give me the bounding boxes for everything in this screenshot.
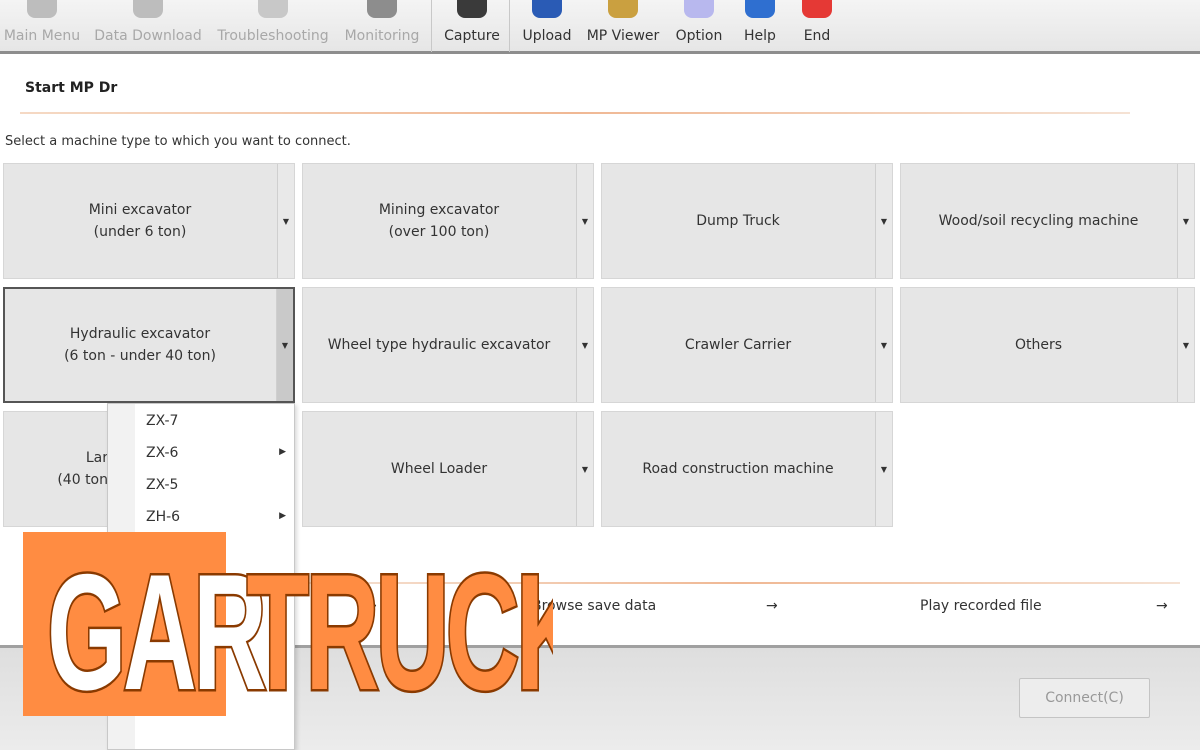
tile-title: Mining excavator bbox=[378, 202, 500, 218]
dropdown-arrow-button[interactable]: ▼ bbox=[875, 164, 892, 278]
menu-item[interactable]: ZH-6 ▶ bbox=[108, 503, 294, 533]
machine-tile-wheel-type-hydraulic-excavator[interactable]: Wheel type hydraulic excavator ▼ bbox=[302, 287, 594, 403]
toolbar: Main Menu Data Download Troubleshooting Mon… bbox=[0, 0, 1200, 54]
tile-title: Crawler Carrier bbox=[684, 337, 792, 353]
tile-title: Lar bbox=[85, 450, 108, 466]
menu-item[interactable]: ZX-7 bbox=[108, 407, 294, 437]
stethoscope-icon bbox=[258, 0, 288, 18]
toolbar-label: Option bbox=[675, 28, 723, 44]
toolbar-label: Data Download bbox=[94, 28, 202, 44]
toolbar-separator bbox=[509, 0, 510, 52]
dropdown-arrow-button[interactable]: ▼ bbox=[576, 164, 593, 278]
menu-item[interactable]: ZX-5 bbox=[108, 471, 294, 501]
toolbar-separator bbox=[431, 0, 432, 52]
machine-tile-crawler-carrier[interactable]: Crawler Carrier ▼ bbox=[601, 287, 893, 403]
tile-label: Wheel type hydraulic excavator bbox=[303, 288, 575, 402]
tile-title: Mini excavator bbox=[88, 202, 192, 218]
toolbar-label: MP Viewer bbox=[586, 28, 660, 44]
tile-title: Road construction machine bbox=[642, 461, 834, 477]
tile-label: Dump Truck bbox=[602, 164, 874, 278]
machine-tile-road-construction-machine[interactable]: Road construction machine ▼ bbox=[601, 411, 893, 527]
tile-subtitle: (6 ton - under 40 ton) bbox=[64, 348, 216, 364]
connect-button[interactable]: Connect(C) bbox=[1019, 678, 1150, 718]
help-icon bbox=[745, 0, 775, 18]
download-icon bbox=[133, 0, 163, 18]
play-recorded-file-link[interactable]: Play recorded file bbox=[920, 598, 1042, 614]
menu-item-label: ZX-5 bbox=[146, 477, 179, 493]
upload-icon bbox=[532, 0, 562, 18]
machine-tile-mining-excavator[interactable]: Mining excavator (over 100 ton) ▼ bbox=[302, 163, 594, 279]
menu-item-label: ZH-6 bbox=[146, 509, 181, 525]
instruction-text: Select a machine type to which you want … bbox=[5, 134, 351, 149]
logo-text-truck: TRUCK bbox=[247, 541, 553, 722]
dropdown-arrow-button[interactable]: ▼ bbox=[875, 412, 892, 526]
tile-title: Wood/soil recycling machine bbox=[938, 213, 1139, 229]
menu-item-label: ZX-6 bbox=[146, 445, 179, 461]
dropdown-arrow-button[interactable]: ▼ bbox=[576, 288, 593, 402]
tile-label: Wheel Loader bbox=[303, 412, 575, 526]
dropdown-arrow-button[interactable]: ▼ bbox=[276, 289, 293, 401]
tile-label: Others bbox=[901, 288, 1176, 402]
divider bbox=[20, 112, 1130, 114]
power-icon bbox=[802, 0, 832, 18]
toolbar-label: Upload bbox=[522, 28, 572, 44]
menu-item[interactable]: ZX-6 ▶ bbox=[108, 439, 294, 469]
option-icon bbox=[684, 0, 714, 18]
toolbar-label: Troubleshooting bbox=[217, 28, 329, 44]
tile-title: Others bbox=[1014, 337, 1063, 353]
tile-title: Hydraulic excavator bbox=[69, 326, 211, 342]
dropdown-arrow-button[interactable]: ▼ bbox=[875, 288, 892, 402]
machine-tile-hydraulic-excavator[interactable]: Hydraulic excavator (6 ton - under 40 ton… bbox=[3, 287, 295, 403]
toolbar-button-mp-viewer[interactable]: MP Viewer bbox=[583, 0, 663, 52]
dropdown-arrow-button[interactable]: ▼ bbox=[1177, 164, 1194, 278]
menu-item-label: ZX-7 bbox=[146, 413, 179, 429]
toolbar-button-troubleshooting[interactable]: Troubleshooting bbox=[213, 0, 333, 52]
main-menu-icon bbox=[27, 0, 57, 18]
toolbar-label: Help bbox=[744, 28, 776, 44]
tile-label: Wood/soil recycling machine bbox=[901, 164, 1176, 278]
tile-label: Hydraulic excavator (6 ton - under 40 ton… bbox=[5, 289, 275, 401]
toolbar-button-upload[interactable]: Upload bbox=[516, 0, 578, 52]
toolbar-label: End bbox=[803, 28, 831, 44]
logo-text-gar: GAR bbox=[47, 541, 265, 722]
tile-label: Mini excavator (under 6 ton) bbox=[4, 164, 276, 278]
machine-tile-others[interactable]: Others ▼ bbox=[900, 287, 1195, 403]
toolbar-button-data-download[interactable]: Data Download bbox=[92, 0, 204, 52]
tile-subtitle: (under 6 ton) bbox=[93, 224, 187, 240]
machine-tile-wood-soil-recycling-machine[interactable]: Wood/soil recycling machine ▼ bbox=[900, 163, 1195, 279]
tile-subtitle: (40 ton bbox=[57, 472, 108, 488]
toolbar-button-end[interactable]: End bbox=[792, 0, 842, 52]
tile-label: Road construction machine bbox=[602, 412, 874, 526]
machine-tile-dump-truck[interactable]: Dump Truck ▼ bbox=[601, 163, 893, 279]
arrow-icon[interactable]: → bbox=[1156, 598, 1168, 614]
tile-title: Wheel Loader bbox=[390, 461, 488, 477]
toolbar-label: Main Menu bbox=[3, 28, 81, 44]
toolbar-label: Monitoring bbox=[344, 28, 420, 44]
camera-icon bbox=[457, 0, 487, 18]
dropdown-arrow-button[interactable]: ▼ bbox=[1177, 288, 1194, 402]
tile-label: Crawler Carrier bbox=[602, 288, 874, 402]
dropdown-arrow-button[interactable]: ▼ bbox=[576, 412, 593, 526]
submenu-arrow-icon: ▶ bbox=[279, 447, 286, 457]
toolbar-button-main-menu[interactable]: Main Menu bbox=[0, 0, 84, 52]
viewer-icon bbox=[608, 0, 638, 18]
dropdown-arrow-button[interactable]: ▼ bbox=[277, 164, 294, 278]
toolbar-button-capture[interactable]: Capture bbox=[436, 0, 508, 52]
gauge-icon bbox=[367, 0, 397, 18]
tile-subtitle: (over 100 ton) bbox=[388, 224, 490, 240]
toolbar-label: Capture bbox=[444, 28, 500, 44]
tile-label: Mining excavator (over 100 ton) bbox=[303, 164, 575, 278]
machine-tile-mini-excavator[interactable]: Mini excavator (under 6 ton) ▼ bbox=[3, 163, 295, 279]
toolbar-button-option[interactable]: Option bbox=[671, 0, 727, 52]
machine-tile-wheel-loader[interactable]: Wheel Loader ▼ bbox=[302, 411, 594, 527]
page-title: Start MP Dr bbox=[25, 80, 118, 96]
arrow-icon[interactable]: → bbox=[766, 598, 778, 614]
tile-title: Dump Truck bbox=[696, 213, 780, 229]
submenu-arrow-icon: ▶ bbox=[279, 511, 286, 521]
tile-label: Lar (40 ton bbox=[4, 412, 108, 526]
gartruck-logo: GAR TRUCK bbox=[23, 532, 553, 722]
tile-title: Wheel type hydraulic excavator bbox=[327, 337, 551, 353]
toolbar-button-help[interactable]: Help bbox=[734, 0, 786, 52]
toolbar-button-monitoring[interactable]: Monitoring bbox=[340, 0, 424, 52]
